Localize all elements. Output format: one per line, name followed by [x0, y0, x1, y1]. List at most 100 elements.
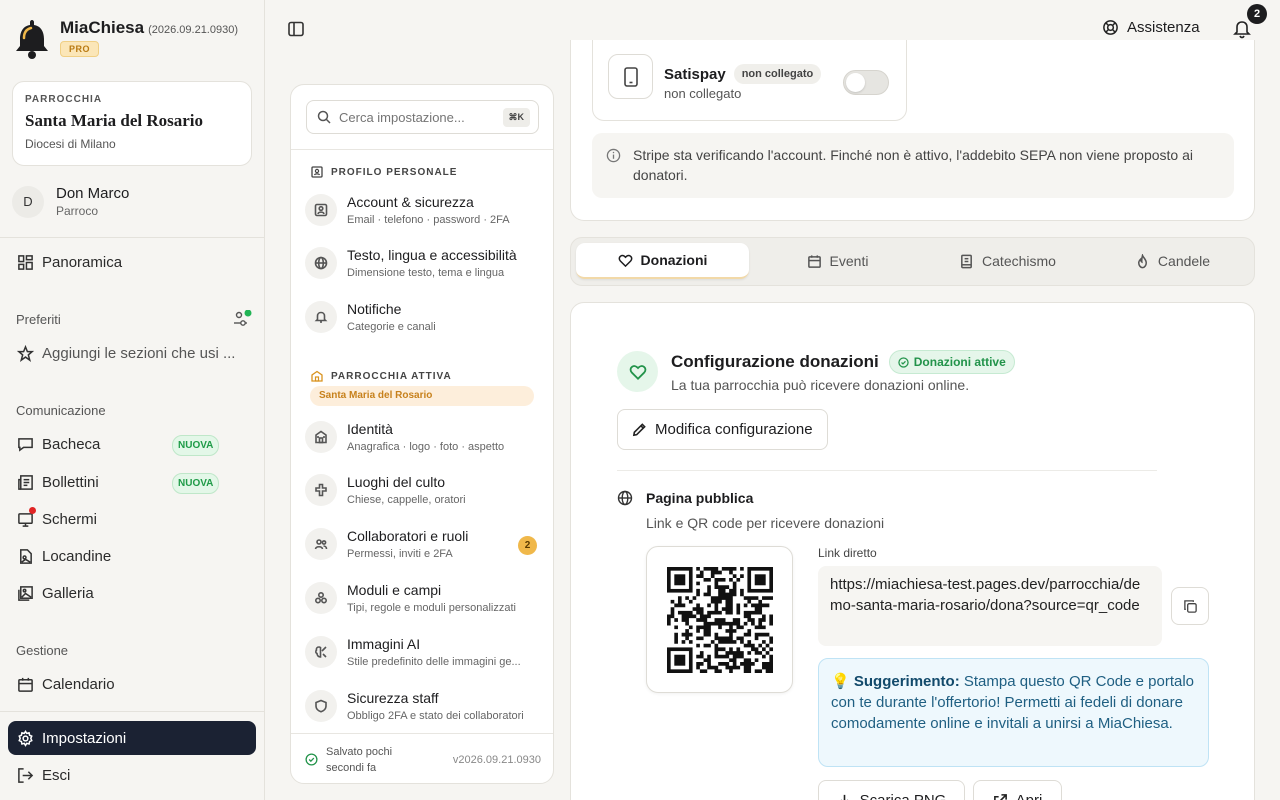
direct-link-value[interactable]: https://miachiesa-test.pages.dev/parrocc… [818, 566, 1162, 646]
donation-config-title: Configurazione donazioni [671, 352, 879, 371]
payment-name: Satispay [664, 65, 726, 83]
module-tabs: Donazioni Eventi Catechismo Candele [570, 237, 1255, 286]
setting-collaborators[interactable]: Collaboratori e ruoli Permessi, inviti e … [305, 526, 541, 572]
blocks-icon [314, 591, 328, 604]
user-card-icon [314, 203, 328, 217]
qr-code-image [667, 567, 773, 673]
section-personal: PROFILO PERSONALE [311, 166, 457, 178]
setting-forms-fields[interactable]: Moduli e campi Tipi, regole e moduli pers… [305, 580, 541, 626]
section-parish: PARROCCHIA ATTIVA [311, 370, 452, 382]
setting-text-language[interactable]: Testo, lingua e accessibilità Dimensione … [305, 245, 541, 291]
payment-status: non collegato [664, 86, 742, 101]
settings-panel: ⌘K PROFILO PERSONALE Account & sicurezza… [290, 84, 554, 784]
parish-card[interactable]: PARROCCHIA Santa Maria del Rosario Dioce… [12, 81, 252, 166]
setting-staff-security[interactable]: Sicurezza staff Obbligo 2FA e stato dei c… [305, 688, 541, 734]
smartphone-icon [623, 66, 638, 87]
edit-configuration-button[interactable]: Modifica configurazione [617, 409, 828, 450]
donation-config-subtitle: La tua parrocchia può ricevere donazioni… [671, 377, 970, 393]
brand: MiaChiesa (2026.09.21.0930) PRO [14, 18, 238, 60]
divider [291, 149, 553, 150]
tab-candele[interactable]: Candele [1086, 243, 1259, 279]
open-link-button[interactable]: Apri [973, 780, 1062, 800]
settings-search[interactable]: ⌘K [306, 100, 539, 134]
nav-impostazioni[interactable]: Impostazioni [8, 721, 256, 755]
nav-locandine[interactable]: Locandine [8, 539, 256, 573]
setting-account-security[interactable]: Account & sicurezza Email · telefono · pa… [305, 192, 541, 238]
nav-label: Esci [42, 766, 71, 784]
heart-icon [618, 254, 632, 267]
heart-icon [629, 364, 646, 380]
payment-status-badge: non collegato [733, 64, 822, 84]
download-png-button[interactable]: Scarica PNG [818, 780, 965, 800]
new-badge: NUOVA [172, 435, 220, 456]
nav-label: Panoramica [42, 253, 123, 271]
satispay-toggle[interactable] [843, 70, 889, 95]
divider [0, 237, 265, 238]
sidebar-toggle-icon[interactable] [287, 20, 305, 38]
donations-active-badge: Donazioni attive [888, 350, 1015, 374]
nav-galleria[interactable]: Galleria [8, 576, 256, 610]
avatar: D [12, 185, 44, 218]
globe-icon [617, 490, 633, 506]
nav-label: Calendario [42, 675, 115, 693]
flame-icon [1137, 253, 1147, 268]
setting-notifications[interactable]: Notifiche Categorie e canali [305, 299, 541, 345]
nav-label: Schermi [42, 510, 98, 528]
collaborators-count-badge: 2 [518, 536, 537, 555]
help-button[interactable]: Assistenza [1102, 19, 1200, 36]
user-name: Don Marco [56, 185, 130, 202]
tab-catechismo[interactable]: Catechismo [921, 243, 1094, 279]
toggle-knob [846, 73, 865, 92]
notifications-bell-icon[interactable] [1233, 19, 1251, 39]
notifications-count: 2 [1247, 4, 1267, 24]
donation-icon-circle [617, 351, 658, 392]
check-circle-icon [305, 753, 318, 766]
nav-bollettini[interactable]: Bollettini NUOVA [8, 465, 256, 499]
external-link-icon [993, 793, 1007, 800]
stripe-info-notice: Stripe sta verificando l'account. Finché… [592, 133, 1234, 198]
search-input[interactable] [339, 109, 489, 125]
logout-icon [18, 767, 34, 783]
saved-status: Salvato pochi secondi fa [326, 745, 393, 774]
newspaper-icon [18, 474, 33, 490]
tab-donazioni[interactable]: Donazioni [576, 243, 749, 279]
bell-logo-icon [16, 20, 48, 59]
setting-ai-images[interactable]: Immagini AI Stile predefinito delle immag… [305, 634, 541, 680]
public-page-subtitle: Link e QR code per ricevere donazioni [646, 515, 885, 531]
bell-icon [314, 311, 328, 323]
divider [617, 470, 1157, 471]
message-icon [18, 437, 33, 452]
tab-eventi[interactable]: Eventi [751, 243, 924, 279]
nav-overview[interactable]: Panoramica [8, 245, 256, 279]
file-image-icon [20, 548, 32, 564]
globe-icon [314, 256, 328, 270]
setting-identity[interactable]: Identità Anagrafica · logo · foto · aspet… [305, 419, 541, 465]
nav-schermi[interactable]: Schermi [8, 502, 256, 536]
user-profile[interactable]: D Don Marco Parroco [12, 185, 129, 218]
parish-name: Santa Maria del Rosario [25, 111, 204, 130]
add-favorites[interactable]: Aggiungi le sezioni che usi ... [8, 336, 256, 370]
star-icon [17, 344, 34, 362]
customize-favorites-icon[interactable] [233, 310, 253, 328]
info-icon [606, 148, 621, 163]
lightbulb-icon: 💡 [831, 673, 850, 690]
nav-calendario[interactable]: Calendario [8, 667, 256, 701]
cross-icon [315, 483, 327, 497]
copy-link-button[interactable] [1171, 587, 1209, 625]
nav-esci[interactable]: Esci [8, 758, 256, 792]
user-role: Parroco [56, 204, 99, 218]
communication-title: Comunicazione [16, 403, 106, 418]
direct-link-label: Link diretto [818, 546, 877, 560]
sidebar: MiaChiesa (2026.09.21.0930) PRO PARROCCHI… [0, 0, 265, 800]
pencil-icon [632, 423, 646, 437]
qr-code [646, 546, 793, 693]
calendar-icon [807, 254, 821, 268]
grid-icon [18, 254, 33, 270]
nav-bacheca[interactable]: Bacheca NUOVA [8, 427, 256, 461]
app-version: v2026.09.21.0930 [452, 753, 541, 766]
management-title: Gestione [16, 643, 69, 658]
public-page-title: Pagina pubblica [646, 490, 754, 506]
setting-places-of-worship[interactable]: Luoghi del culto Chiese, cappelle, orator… [305, 472, 541, 518]
plan-badge: PRO [60, 41, 100, 57]
id-card-icon [311, 166, 323, 178]
